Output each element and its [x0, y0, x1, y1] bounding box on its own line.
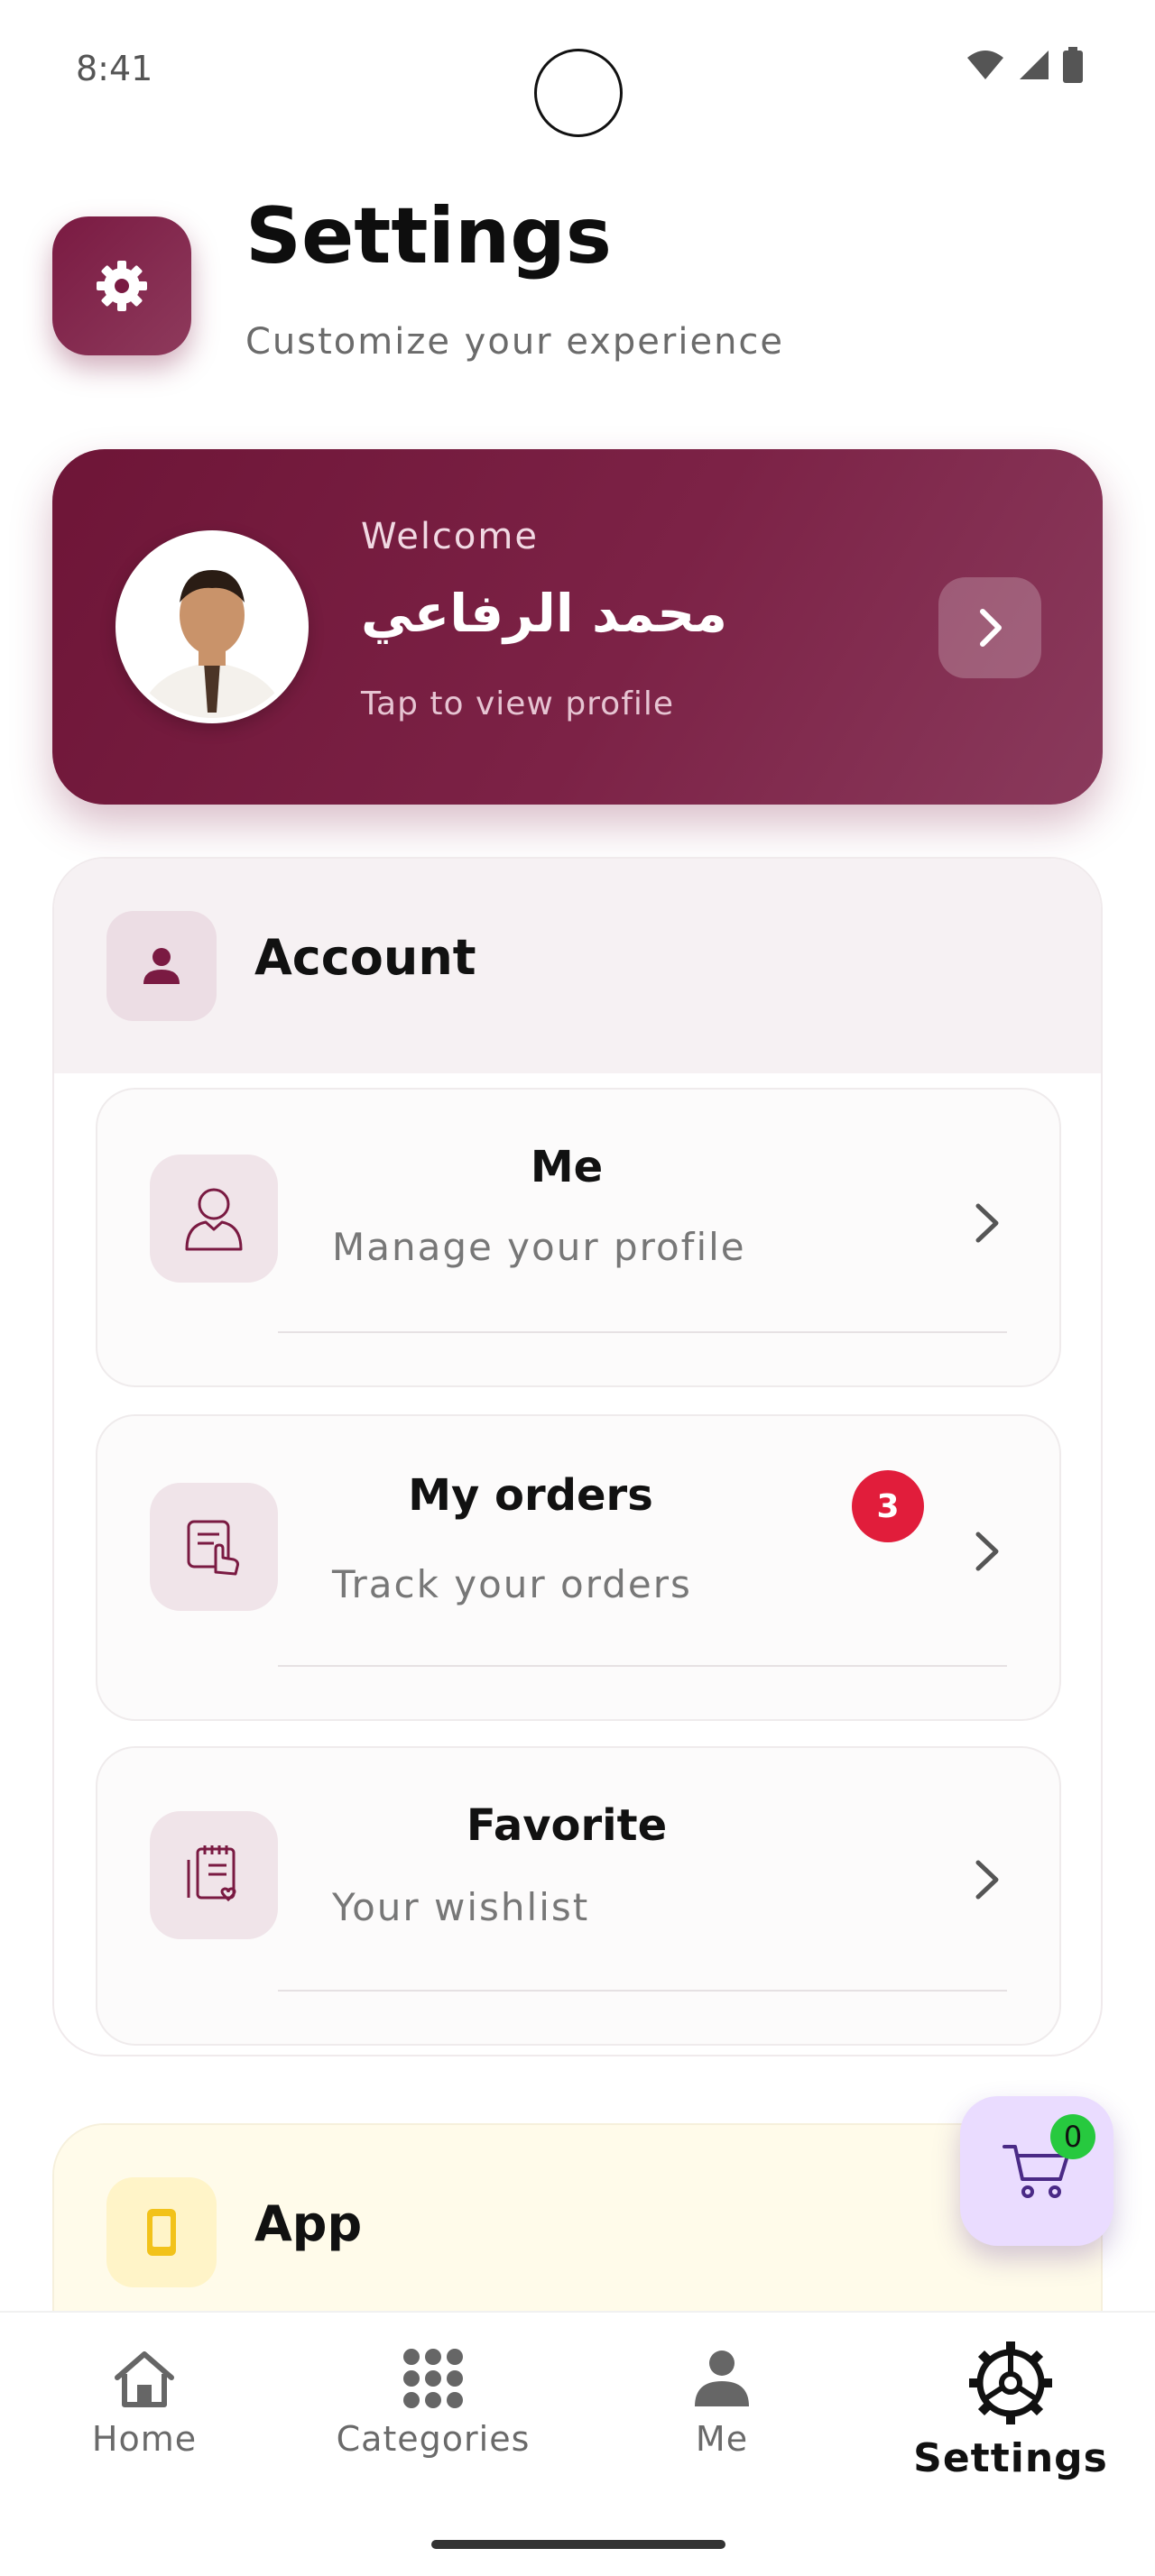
menu-item-title: Me [530, 1142, 604, 1192]
menu-item-subtitle: Your wishlist [332, 1885, 590, 1929]
welcome-label: Welcome [361, 516, 539, 557]
item-divider [278, 1990, 1007, 1992]
menu-item-subtitle: Manage your profile [332, 1225, 746, 1269]
nav-categories[interactable]: Categories [316, 2347, 550, 2459]
nav-home[interactable]: Home [27, 2347, 262, 2459]
view-profile-hint: Tap to view profile [361, 685, 675, 722]
cart-button[interactable]: 0 [960, 2096, 1113, 2246]
signal-icon [1020, 51, 1049, 79]
status-icons [966, 47, 1083, 83]
avatar [116, 530, 309, 723]
chevron-right-icon [969, 1524, 1005, 1578]
nav-label: Categories [336, 2419, 531, 2459]
menu-item-subtitle: Track your orders [332, 1562, 692, 1606]
settings-wheel-icon [969, 2341, 1052, 2424]
grid-dots-icon [403, 2349, 463, 2408]
app-section-icon [106, 2177, 217, 2287]
nav-label: Me [695, 2419, 749, 2459]
menu-item-me[interactable]: Me Manage your profile [96, 1088, 1061, 1387]
wifi-icon [967, 51, 1003, 79]
account-section-title: Account [254, 929, 476, 986]
orders-count-badge: 3 [852, 1470, 924, 1542]
item-divider [278, 1331, 1007, 1333]
page-subtitle: Customize your experience [245, 321, 785, 363]
menu-item-favorite[interactable]: Favorite Your wishlist [96, 1746, 1061, 2046]
home-icon [115, 2351, 174, 2407]
item-divider [278, 1665, 1007, 1667]
gear-icon [97, 261, 147, 311]
battery-icon [1063, 47, 1083, 83]
menu-item-title: Favorite [466, 1800, 668, 1851]
order-hand-icon [150, 1483, 278, 1611]
user-name: محمد الرفاعي [361, 583, 728, 644]
nav-me[interactable]: Me [605, 2347, 839, 2459]
chevron-right-icon [969, 1196, 1005, 1250]
chevron-right-icon [969, 1853, 1005, 1907]
avatar-photo [121, 536, 303, 718]
user-outline-icon [150, 1155, 278, 1283]
account-section-icon [106, 911, 217, 1021]
profile-open-button[interactable] [938, 577, 1041, 678]
profile-card[interactable]: Welcome محمد الرفاعي Tap to view profile [52, 449, 1103, 805]
menu-item-title: My orders [408, 1470, 653, 1521]
person-icon [143, 948, 180, 984]
nav-label: Settings [913, 2435, 1108, 2481]
nav-label: Home [91, 2419, 198, 2459]
home-indicator[interactable] [431, 2540, 725, 2549]
front-camera-cutout [534, 49, 623, 137]
chevron-right-icon [980, 609, 1002, 647]
settings-header-badge [52, 216, 191, 355]
nav-settings[interactable]: Settings [893, 2340, 1128, 2481]
status-time: 8:41 [76, 49, 153, 88]
app-section-title: App [254, 2195, 363, 2252]
app-section-header: App [54, 2125, 1101, 2340]
phone-icon [147, 2209, 176, 2256]
page-title: Settings [245, 191, 612, 281]
account-section-header: Account [54, 859, 1101, 1073]
bottom-nav: Home Categories Me Settings [0, 2311, 1155, 2576]
account-section: Account Me Manage your profile My orders… [52, 857, 1103, 2056]
wishlist-icon [150, 1811, 278, 1939]
menu-item-my-orders[interactable]: My orders 3 Track your orders [96, 1414, 1061, 1721]
cart-count-badge: 0 [1050, 2114, 1095, 2159]
person-icon [695, 2351, 749, 2406]
